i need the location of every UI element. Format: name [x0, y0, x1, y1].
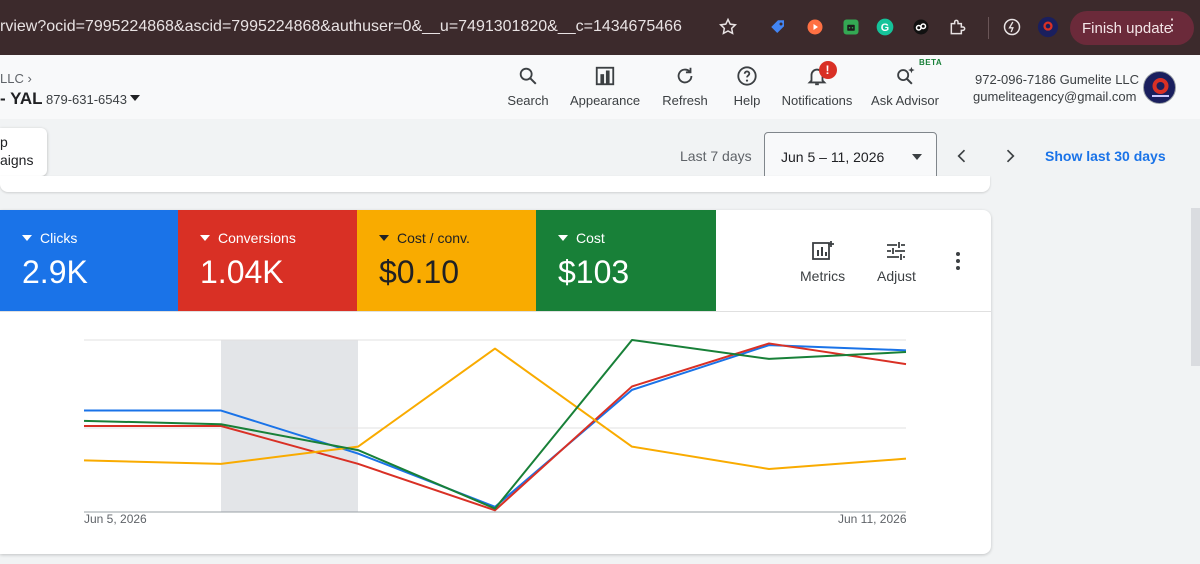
x-tick-label-end: Jun 11, 2026 — [838, 512, 907, 526]
ads-header: LLC › - YAL 879-631-6543 Search Appearan… — [0, 55, 1200, 119]
adjust-button[interactable]: Adjust — [877, 240, 916, 284]
previous-card-edge — [0, 176, 990, 192]
puzzle-extensions-icon[interactable] — [947, 16, 969, 38]
refresh-label: Refresh — [662, 93, 708, 108]
chevron-right-icon — [1006, 149, 1015, 163]
account-parent-label: LLC — [0, 71, 24, 86]
metric-tile-cost-per-conv[interactable]: Cost / conv. $0.10 — [357, 210, 536, 311]
campaigns-label-line1: p — [0, 134, 8, 150]
tag-extension-icon[interactable] — [767, 16, 789, 38]
metric-dropdown-icon — [22, 235, 32, 241]
dropdown-caret-icon — [912, 154, 922, 160]
chevron-right-icon: › — [27, 71, 32, 86]
date-range-value: Jun 5 – 11, 2026 — [781, 149, 885, 165]
x-tick-label-start: Jun 5, 2026 — [84, 512, 147, 526]
account-breadcrumb[interactable]: LLC › — [0, 71, 32, 86]
help-label: Help — [733, 93, 761, 108]
play-extension-icon[interactable] — [804, 16, 826, 38]
notification-badge: ! — [818, 61, 837, 79]
performance-card: Clicks 2.9K Conversions 1.04K Cost / con… — [0, 210, 991, 554]
grammarly-icon[interactable]: G — [874, 16, 896, 38]
search-label: Search — [507, 93, 549, 108]
metric-label: Cost / conv. — [397, 230, 470, 246]
kebab-menu-icon: ⋮ — [1164, 17, 1180, 34]
performance-line-chart — [83, 339, 907, 513]
date-range-preset: Last 7 days — [680, 148, 752, 164]
previous-period-button[interactable] — [952, 146, 972, 166]
date-range-picker[interactable]: Jun 5 – 11, 2026 — [764, 132, 937, 180]
chevron-left-icon — [957, 149, 966, 163]
refresh-icon — [672, 63, 698, 89]
help-button[interactable]: Help — [732, 63, 762, 111]
metrics-label: Metrics — [800, 268, 846, 284]
android-extension-icon[interactable] — [840, 16, 862, 38]
metric-dropdown-icon — [200, 235, 210, 241]
next-period-button[interactable] — [1000, 146, 1020, 166]
highlight-band — [221, 340, 358, 512]
svg-text:G: G — [881, 22, 889, 34]
notifications-label: Notifications — [781, 93, 853, 108]
performance-icon[interactable] — [1001, 16, 1023, 38]
campaigns-label-line2: aigns — [0, 152, 34, 168]
profile-avatar-icon[interactable] — [1037, 16, 1059, 38]
appearance-label: Appearance — [569, 93, 641, 108]
series-line-conversions — [84, 342, 907, 512]
series-line-cost-conv — [83, 347, 907, 470]
metric-dropdown-icon — [379, 235, 389, 241]
show-last-30-days-link[interactable]: Show last 30 days — [1045, 148, 1166, 164]
metric-label: Conversions — [218, 230, 296, 246]
help-icon — [734, 63, 760, 89]
advisor-sparkle-search-icon — [892, 63, 918, 89]
browser-toolbar: rview?ocid=7995224868&ascid=7995224868&a… — [0, 0, 1200, 55]
search-button[interactable]: Search — [507, 63, 549, 111]
metric-value: $0.10 — [379, 254, 460, 290]
account-name[interactable]: - YAL — [0, 89, 43, 109]
page-scrollbar[interactable] — [1191, 208, 1200, 366]
toolbar-divider — [988, 17, 989, 39]
user-email: gumeliteagency@gmail.com — [973, 89, 1137, 104]
ask-advisor-button[interactable]: Ask Advisor — [871, 63, 939, 111]
metric-tile-clicks[interactable]: Clicks 2.9K — [0, 210, 178, 311]
address-bar-url[interactable]: rview?ocid=7995224868&ascid=7995224868&a… — [0, 18, 682, 36]
metrics-button[interactable]: Metrics — [800, 240, 845, 284]
bookmark-star-icon[interactable] — [717, 16, 739, 38]
user-account-info: 972-096-7186 Gumelite LLC — [975, 72, 1140, 87]
appearance-icon — [592, 63, 618, 89]
metric-label: Cost — [576, 230, 605, 246]
beta-badge: BETA — [919, 58, 943, 67]
tune-sliders-icon — [887, 242, 906, 260]
series-line-cost — [83, 339, 907, 510]
user-avatar[interactable] — [1143, 71, 1176, 104]
finish-update-button[interactable]: Finish update ⋮ — [1070, 11, 1194, 45]
metric-value: 1.04K — [200, 254, 284, 290]
campaigns-button[interactable]: p aigns — [0, 128, 47, 176]
metric-dropdown-icon — [558, 235, 568, 241]
appearance-button[interactable]: Appearance — [569, 63, 641, 111]
metrics-chart-icon — [811, 241, 834, 260]
account-dropdown-icon[interactable] — [130, 95, 140, 101]
metric-value: 2.9K — [22, 254, 88, 290]
ask-advisor-label: Ask Advisor — [871, 93, 939, 108]
refresh-button[interactable]: Refresh — [662, 63, 708, 111]
metric-label: Clicks — [40, 230, 78, 246]
more-options-icon[interactable] — [950, 250, 966, 272]
account-id: 879-631-6543 — [46, 92, 127, 107]
notifications-button[interactable]: ! Notifications — [779, 61, 855, 111]
metric-tile-conversions[interactable]: Conversions 1.04K — [178, 210, 357, 311]
link-extension-icon[interactable] — [910, 16, 932, 38]
search-icon — [515, 63, 541, 89]
metric-tile-cost[interactable]: Cost $103 — [536, 210, 716, 311]
finish-update-label: Finish update — [1082, 19, 1173, 37]
adjust-label: Adjust — [877, 268, 916, 284]
metric-value: $103 — [558, 254, 630, 290]
